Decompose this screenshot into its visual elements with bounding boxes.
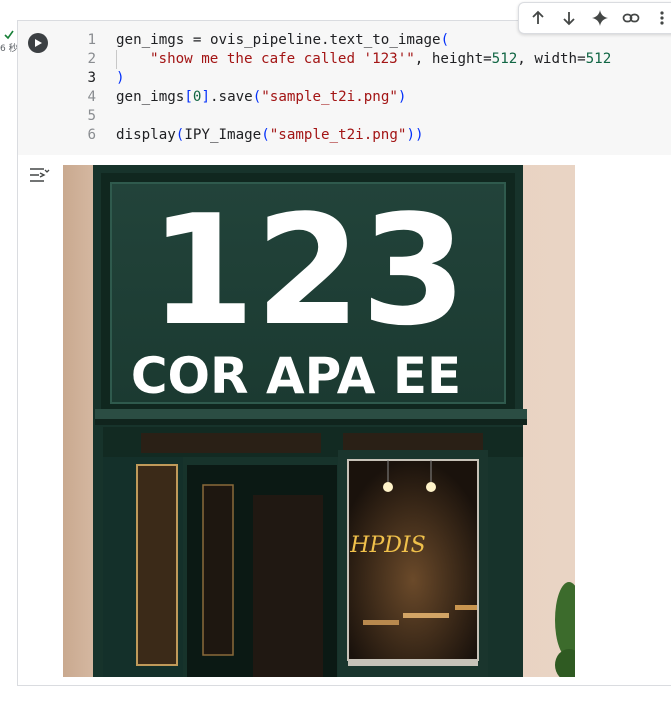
cell-gutter: 6 秒 (0, 0, 18, 706)
more-options-button[interactable] (646, 4, 671, 32)
arrow-up-icon (532, 10, 545, 24)
code-token: ] (201, 89, 210, 105)
more-icon (659, 11, 664, 25)
code-token: ( (252, 89, 262, 105)
code-token: "sample_t2i.png" (269, 127, 407, 143)
code-token: "show me the cafe called '123'" (150, 51, 415, 67)
pendant-lamp (426, 482, 436, 492)
code-token: gen_imgs = ovis_pipeline.text_to_image (116, 32, 441, 48)
interior (253, 495, 323, 677)
sparkle-icon (591, 10, 608, 26)
code-token: [ (184, 89, 193, 105)
transom-glass (141, 433, 321, 453)
code-token: gen_imgs (116, 89, 185, 105)
left-window (136, 464, 178, 666)
code-editor[interactable]: 1 gen_imgs = ovis_pipeline.text_to_image… (18, 21, 671, 155)
right-window-glass (347, 459, 479, 661)
code-token: , width= (517, 51, 586, 67)
arrow-down-icon (563, 12, 575, 26)
cafe-image-canvas: 123 COR APA EE HPDIS (63, 165, 575, 677)
move-cell-down-button[interactable] (554, 4, 585, 32)
code-line: 3 ) (58, 69, 611, 88)
line-number: 1 (87, 32, 96, 48)
move-cell-up-button[interactable] (523, 4, 554, 32)
line-number: 4 (87, 89, 96, 105)
code-token: display (116, 127, 176, 143)
code-cell[interactable]: 1 gen_imgs = ovis_pipeline.text_to_image… (17, 20, 671, 686)
code-token: ( (261, 127, 270, 143)
copy-link-button[interactable] (615, 4, 646, 32)
code-token: ( (440, 32, 450, 48)
line-number: 6 (87, 127, 96, 143)
link-icon (622, 13, 640, 23)
code-line: 5 (58, 107, 611, 126)
code-token: ( (175, 127, 185, 143)
indent-guide (116, 50, 150, 69)
code-token: ) (397, 89, 407, 105)
code-token: , height= (414, 51, 492, 67)
code-line: 6 display(IPY_Image("sample_t2i.png")) (58, 126, 611, 145)
code-token: 0 (192, 89, 202, 105)
cafe-table (455, 605, 477, 610)
line-number: 3 (87, 70, 96, 86)
cell-output: 123 COR APA EE HPDIS (18, 155, 671, 685)
run-cell-button[interactable] (28, 33, 48, 53)
code-line: 2 "show me the cafe called '123'", heigh… (58, 50, 611, 69)
cornice-shadow (95, 419, 527, 425)
play-icon (35, 39, 42, 47)
notebook-page: 6 秒 1 gen_imgs = ovis_pipeline.text_to_i… (0, 0, 671, 706)
cafe-table (403, 613, 449, 618)
code-line: 4 gen_imgs[0] .save("sample_t2i.png") (58, 88, 611, 107)
code-token: )) (406, 127, 424, 143)
door-glass (202, 484, 234, 656)
code-token: 512 (491, 51, 518, 67)
check-icon (4, 30, 14, 40)
gemini-button[interactable] (585, 4, 616, 32)
generated-cafe-image: 123 COR APA EE HPDIS (63, 165, 575, 677)
sign-subtitle: COR APA EE (131, 347, 461, 405)
cafe-table (363, 620, 399, 625)
cell-toolbar (518, 2, 671, 34)
window-lettering: HPDIS (349, 533, 425, 558)
sign-number: 123 (149, 182, 466, 359)
line-number: 5 (87, 108, 96, 124)
pendant-lamp (383, 482, 393, 492)
window-sill (348, 660, 478, 666)
code-token: .save (209, 89, 253, 105)
output-actions-icon[interactable] (28, 165, 50, 185)
code-token: ) (116, 70, 125, 86)
code-token: "sample_t2i.png" (261, 89, 398, 105)
code-lines[interactable]: 1 gen_imgs = ovis_pipeline.text_to_image… (58, 31, 611, 145)
cornice-ledge (95, 409, 527, 419)
code-token: IPY_Image (184, 127, 262, 143)
line-number: 2 (87, 51, 96, 67)
execution-time: 6 秒 (0, 44, 18, 54)
code-token: 512 (585, 51, 612, 67)
